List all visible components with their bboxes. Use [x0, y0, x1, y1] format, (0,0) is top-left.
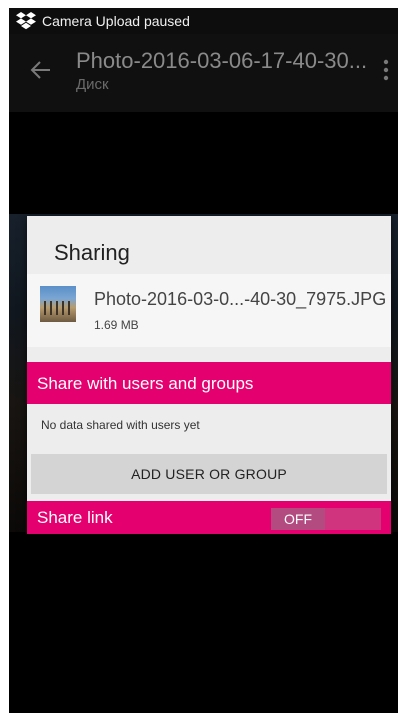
more-vert-icon[interactable]: [379, 56, 393, 84]
dropbox-icon: [16, 12, 36, 30]
file-name: Photo-2016-03-0...-40-30_7975.JPG: [94, 289, 387, 309]
page-title: Photo-2016-03-06-17-40-30...: [76, 48, 368, 73]
phone-screen: Camera Upload paused Photo-2016-03-06-17…: [9, 8, 398, 713]
no-shares-message: No data shared with users yet: [41, 418, 200, 432]
file-info-row: Photo-2016-03-0...-40-30_7975.JPG 1.69 M…: [27, 274, 391, 347]
arrow-left-icon[interactable]: [28, 57, 54, 83]
status-text: Camera Upload paused: [42, 13, 190, 29]
share-users-header: Share with users and groups: [27, 362, 391, 404]
share-link-label: Share link: [37, 508, 113, 527]
file-size: 1.69 MB: [94, 318, 139, 332]
share-users-label: Share with users and groups: [37, 374, 254, 393]
share-link-toggle-state: OFF: [271, 508, 325, 530]
dialog-title: Sharing: [54, 240, 130, 265]
add-user-or-group-button[interactable]: ADD USER OR GROUP: [31, 454, 387, 494]
share-link-toggle[interactable]: OFF: [271, 508, 381, 530]
page-subtitle: Диск: [76, 76, 109, 93]
status-bar: Camera Upload paused: [9, 8, 398, 34]
photo-thumbnail: [40, 286, 76, 322]
app-bar: Photo-2016-03-06-17-40-30... Диск: [9, 34, 398, 112]
sharing-dialog: Sharing Photo-2016-03-0...-40-30_7975.JP…: [27, 216, 391, 534]
share-link-header: Share link OFF: [27, 501, 391, 534]
